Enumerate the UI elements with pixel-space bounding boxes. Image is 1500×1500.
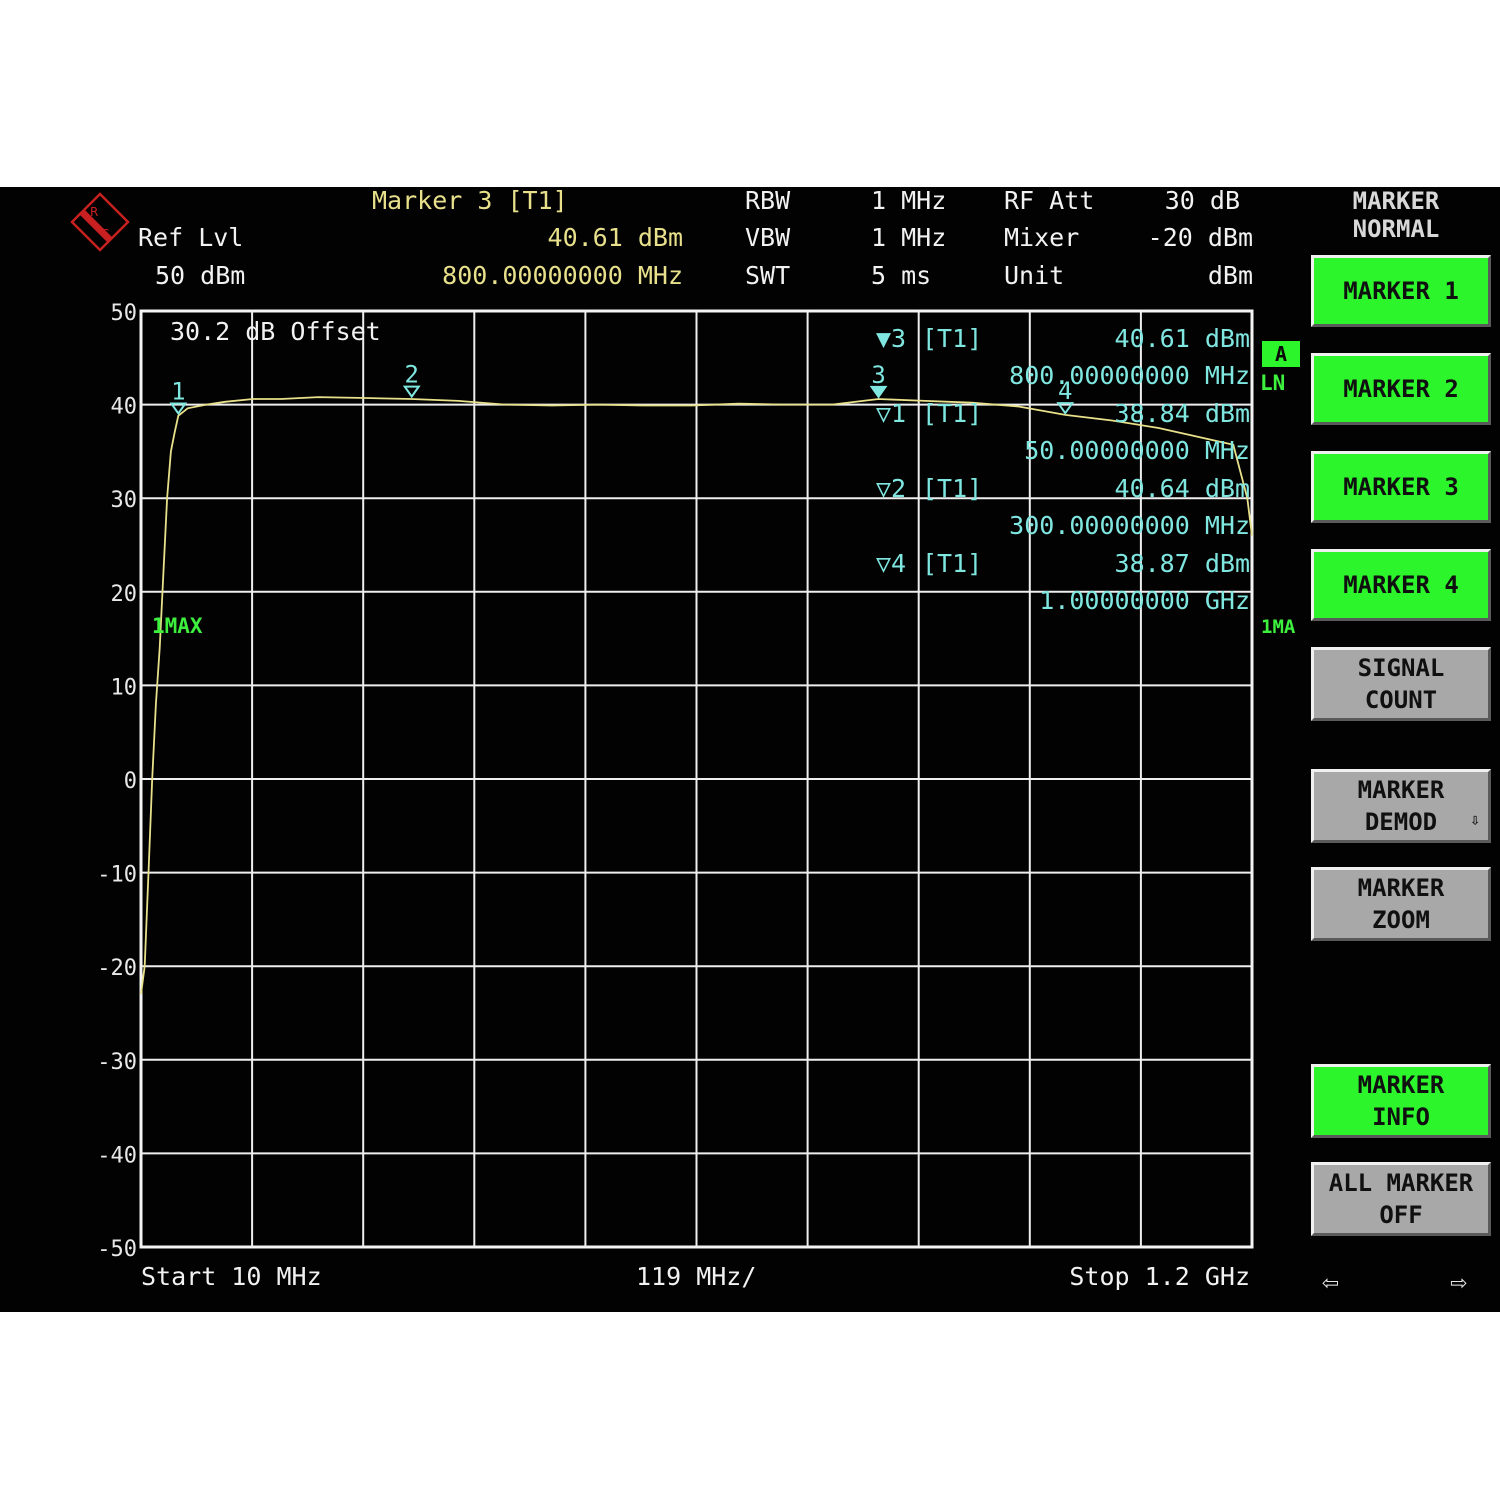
marker-zoom-button[interactable]: MARKER ZOOM [1311, 867, 1491, 941]
softkey-label: MARKER INFO [1357, 1071, 1445, 1131]
marker-table-level: 40.64 dBm [1114, 474, 1250, 503]
start-frequency-label: Start 10 MHz [141, 1262, 322, 1291]
y-tick-label: -10 [97, 863, 137, 888]
marker-table-level: 38.84 dBm [1114, 399, 1250, 428]
marker-table-freq: 800.00000000 MHz [1009, 361, 1250, 390]
marker-info-button[interactable]: MARKER INFO [1311, 1064, 1491, 1138]
next-menu-arrow-icon[interactable]: ⇨ [1450, 1265, 1467, 1298]
analyzer-screen: R S Ref Lvl 50 dBm Marker 3 [T1] 40.61 d… [0, 187, 1500, 1312]
marker-2-button[interactable]: MARKER 2 [1311, 353, 1491, 425]
marker-table-symbol: ▼3 [876, 324, 907, 353]
y-tick-label: 50 [111, 301, 138, 326]
marker-table-freq: 1.00000000 GHz [1039, 586, 1250, 615]
menu-title-text: MARKER NORMAL [1352, 187, 1440, 243]
1ma-indicator: 1MA [1261, 616, 1296, 638]
softkey-label: MARKER 3 [1343, 473, 1459, 501]
trace-a-badge: A [1262, 341, 1300, 367]
marker-table-symbol: ▽2 [876, 474, 907, 503]
marker-1-button[interactable]: MARKER 1 [1311, 255, 1491, 327]
marker-table-symbol: ▽1 [876, 399, 907, 428]
softkey-label: MARKER ZOOM [1357, 874, 1445, 934]
softkey-label: MARKER 2 [1343, 375, 1459, 403]
signal-count-button[interactable]: SIGNAL COUNT [1311, 647, 1491, 721]
y-tick-label: 40 [111, 395, 138, 420]
marker-1-label: 1 [171, 377, 185, 405]
marker-table-level: 40.61 dBm [1114, 324, 1250, 353]
detector-label: 1MAX [152, 614, 203, 638]
marker-table-symbol: ▽4 [876, 549, 907, 578]
y-tick-label: 0 [124, 769, 137, 794]
spectrum-plot[interactable]: 50403020100-10-20-30-40-50 12 34 [0, 187, 1300, 1312]
marker-table-freq: 50.00000000 MHz [1024, 436, 1250, 465]
y-tick-label: 20 [111, 582, 138, 607]
softkey-menu-title: MARKER NORMAL [1311, 187, 1481, 243]
all-marker-off-button[interactable]: ALL MARKER OFF [1311, 1162, 1491, 1236]
softkey-label: ALL MARKER OFF [1328, 1169, 1474, 1229]
y-tick-label: -50 [97, 1237, 137, 1262]
y-tick-label: 10 [111, 675, 138, 700]
marker-2-label: 2 [405, 361, 419, 389]
y-axis-ticks: 50 40 30 20 10 0 -10 -20 -30 -40 -50 [97, 301, 137, 1262]
softkey-label: SIGNAL COUNT [1357, 654, 1445, 714]
ln-indicator: LN [1260, 371, 1286, 395]
submenu-arrow-icon: ⇩ [1470, 810, 1480, 829]
softkey-label: MARKER 4 [1343, 571, 1459, 599]
y-tick-label: 30 [111, 488, 138, 513]
offset-label: 30.2 dB Offset [170, 317, 381, 346]
y-tick-label: -20 [97, 956, 137, 981]
y-tick-label: -30 [97, 1050, 137, 1075]
softkey-label: MARKER DEMOD [1357, 776, 1445, 836]
span-per-div-label: 119 MHz/ [636, 1262, 757, 1291]
softkey-label: MARKER 1 [1343, 277, 1459, 305]
prev-menu-arrow-icon[interactable]: ⇦ [1322, 1265, 1339, 1298]
marker-demod-button[interactable]: MARKER DEMOD ⇩ [1311, 769, 1491, 843]
stop-frequency-label: Stop 1.2 GHz [1069, 1262, 1250, 1291]
marker-table-level: 38.87 dBm [1114, 549, 1250, 578]
marker-table-freq: 300.00000000 MHz [1009, 511, 1250, 540]
marker-3-button[interactable]: MARKER 3 [1311, 451, 1491, 523]
marker-4-button[interactable]: MARKER 4 [1311, 549, 1491, 621]
marker-3-label: 3 [871, 361, 885, 389]
y-tick-label: -40 [97, 1143, 137, 1168]
